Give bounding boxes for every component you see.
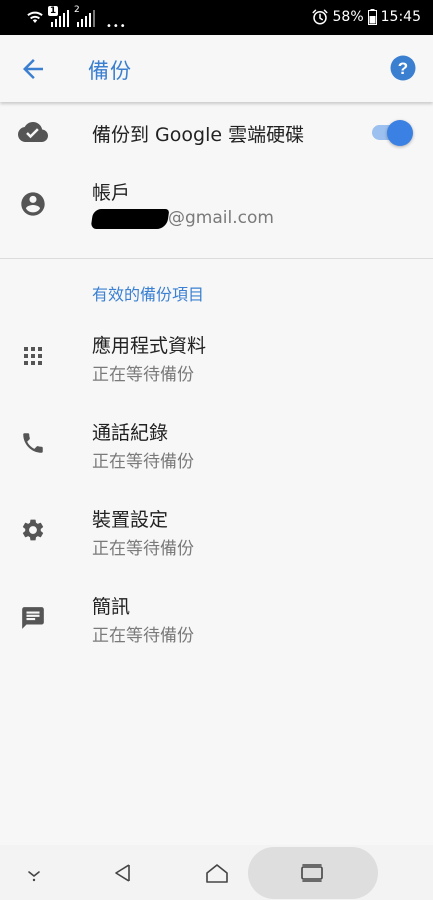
divider — [0, 258, 433, 259]
svg-text:?: ? — [398, 59, 408, 78]
signal-icon — [77, 10, 95, 27]
item-icon — [18, 603, 48, 633]
status-left-icons: 1 2 — [26, 5, 98, 30]
help-circle-icon: ? — [390, 55, 416, 81]
item-status: 正在等待備份 — [92, 452, 194, 472]
help-button[interactable]: ? — [390, 55, 416, 81]
navigation-bar — [0, 845, 433, 900]
wifi-icon — [27, 11, 43, 23]
apps-grid-icon — [24, 347, 42, 365]
arrow-left-icon — [23, 59, 43, 79]
back-button[interactable] — [18, 54, 48, 84]
section-header: 有效的備份項目 — [92, 285, 205, 304]
battery-icon — [367, 9, 377, 25]
hide-nav-button[interactable] — [18, 845, 50, 900]
account-label: 帳戶 — [92, 182, 131, 204]
signal-icon — [51, 10, 69, 27]
sim2-signal: 2 — [74, 5, 98, 28]
item-title: 裝置設定 — [92, 509, 169, 531]
item-title: 簡訊 — [92, 596, 131, 618]
account-row-icon — [18, 189, 48, 219]
sim1-signal: 1 — [48, 6, 72, 28]
account-circle-icon — [21, 192, 45, 216]
home-icon — [206, 863, 228, 883]
screen: 1 2 ••• 58% 15:45 備份 ? 備份到 Google 雲端硬碟 帳… — [0, 0, 433, 900]
message-icon — [22, 607, 44, 629]
nav-recents-button[interactable] — [248, 847, 378, 899]
account-email: @gmail.com — [168, 208, 274, 228]
page-title: 備份 — [88, 59, 132, 83]
triangle-back-icon — [115, 863, 130, 882]
toggle-thumb — [387, 120, 413, 146]
status-right: 58% 15:45 — [311, 8, 421, 26]
more-notifications-dots: ••• — [106, 21, 127, 32]
email-redaction — [90, 209, 170, 229]
status-bar: 1 2 ••• 58% 15:45 — [0, 0, 433, 35]
battery-percent: 58% — [332, 9, 364, 25]
cloud-check-icon — [18, 122, 48, 142]
item-icon — [18, 341, 48, 371]
alarm-icon — [312, 9, 328, 25]
item-status: 正在等待備份 — [92, 626, 194, 646]
gear-icon — [22, 519, 44, 541]
item-title: 通話紀錄 — [92, 422, 169, 444]
backup-toggle-switch[interactable] — [370, 120, 413, 146]
app-bar: 備份 ? — [0, 35, 433, 102]
nav-back-button[interactable] — [104, 845, 140, 900]
nav-home-button[interactable] — [198, 845, 236, 900]
backup-row-icon — [18, 117, 48, 147]
backup-toggle-label: 備份到 Google 雲端硬碟 — [92, 124, 305, 146]
item-icon — [18, 428, 48, 458]
recents-icon — [301, 864, 323, 882]
item-status: 正在等待備份 — [92, 539, 194, 559]
item-title: 應用程式資料 — [92, 335, 207, 357]
chevron-down-icon — [28, 870, 40, 881]
item-icon — [18, 515, 48, 545]
phone-icon — [23, 433, 43, 453]
item-status: 正在等待備份 — [92, 365, 194, 385]
clock-time: 15:45 — [380, 9, 421, 25]
